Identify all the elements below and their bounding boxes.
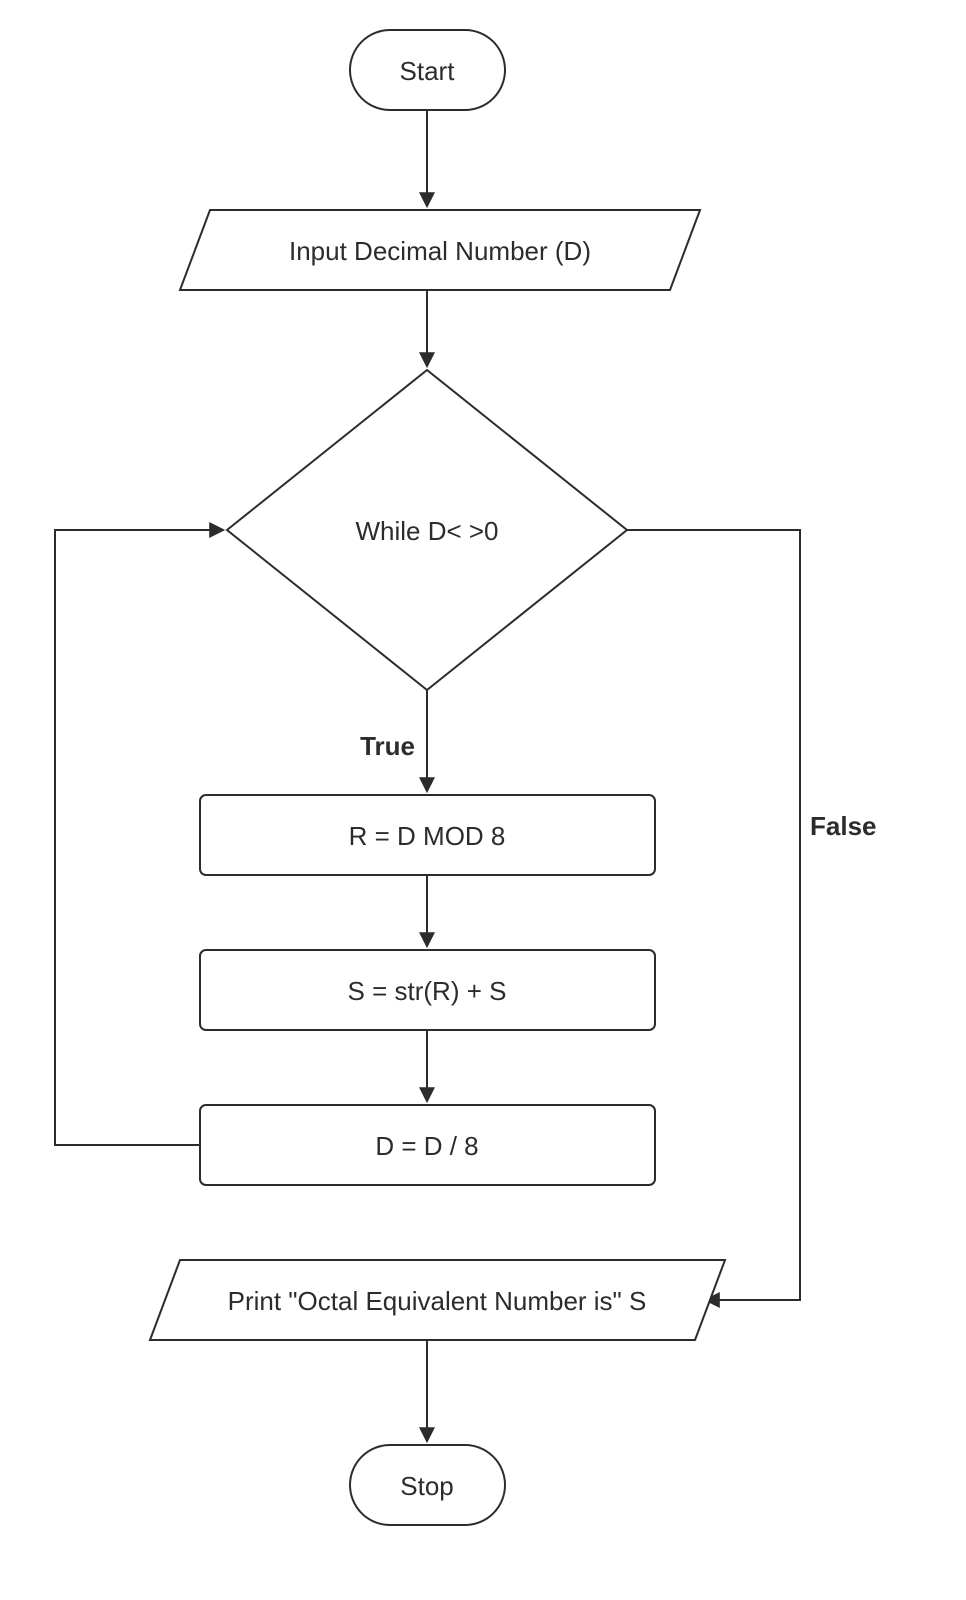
stop-label: Stop	[400, 1471, 454, 1501]
proc3-label: D = D / 8	[375, 1131, 478, 1161]
proc2-label: S = str(R) + S	[348, 976, 507, 1006]
false-label: False	[810, 811, 877, 841]
flowchart: Start Input Decimal Number (D) While D< …	[0, 0, 966, 1600]
proc1-label: R = D MOD 8	[349, 821, 506, 851]
decision-label: While D< >0	[355, 516, 498, 546]
true-label: True	[360, 731, 415, 761]
start-label: Start	[400, 56, 456, 86]
input-label: Input Decimal Number (D)	[289, 236, 591, 266]
output-label: Print "Octal Equivalent Number is" S	[228, 1286, 647, 1316]
edge-loop-back	[55, 530, 222, 1145]
